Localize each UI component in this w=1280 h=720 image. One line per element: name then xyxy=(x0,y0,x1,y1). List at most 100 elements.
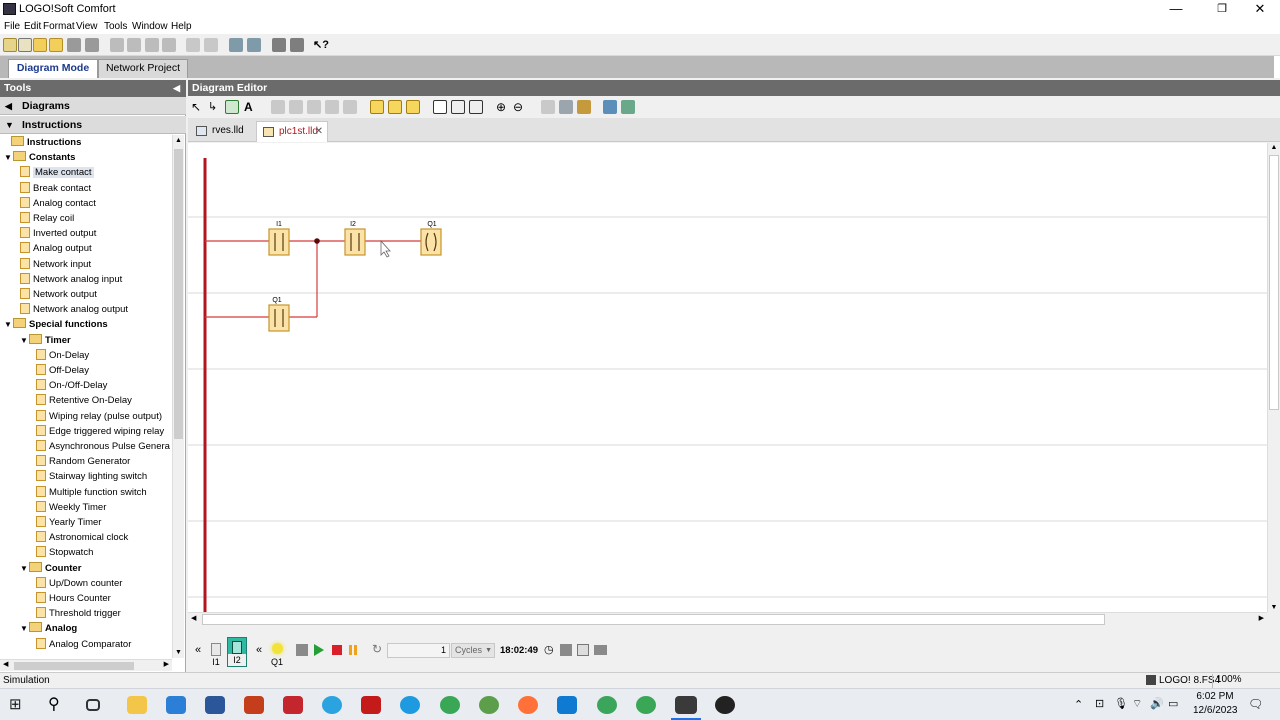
diagram-canvas[interactable]: I1 I2 Q1 Q1 xyxy=(188,143,1267,612)
io-grid-icon[interactable] xyxy=(577,644,589,656)
wifi-icon[interactable]: ⌔ xyxy=(1132,697,1142,711)
microphone-icon[interactable]: 🎙 xyxy=(1114,697,1128,710)
compare-icon[interactable] xyxy=(290,38,304,52)
online-monitor-icon[interactable] xyxy=(621,100,635,114)
tree-item[interactable]: Wiping relay (pulse output) xyxy=(36,409,162,424)
zoom-out-icon[interactable]: ⊖ xyxy=(513,100,527,114)
print-icon[interactable] xyxy=(85,38,99,52)
delete-icon[interactable] xyxy=(110,38,124,52)
play-icon[interactable] xyxy=(314,644,324,656)
tree-folder[interactable]: ▼ Constants xyxy=(4,150,75,165)
xbox-icon[interactable] xyxy=(597,696,617,714)
save-icon[interactable] xyxy=(67,38,81,52)
menu-file[interactable]: File xyxy=(4,21,20,32)
chrome-alt-icon[interactable] xyxy=(636,696,656,714)
grid-icon[interactable] xyxy=(559,100,573,114)
network-tray-icon[interactable]: ⊡ xyxy=(1095,697,1104,710)
expand-arrow-icon[interactable]: ▼ xyxy=(20,561,29,576)
collapse-outputs-icon[interactable]: « xyxy=(256,644,262,656)
cycles-unit-select[interactable]: Cycles ▼ xyxy=(451,643,495,658)
firefox-icon[interactable] xyxy=(518,696,538,714)
tree-item[interactable]: Multiple function switch xyxy=(36,485,147,500)
close-tab-icon[interactable]: ✕ xyxy=(315,122,323,142)
l-block-icon[interactable] xyxy=(406,100,420,114)
tree-item[interactable]: Threshold trigger xyxy=(36,606,121,621)
tree-item[interactable]: Retentive On-Delay xyxy=(36,393,132,408)
tree-item[interactable]: Astronomical clock xyxy=(36,530,128,545)
minimize-button[interactable]: — xyxy=(1166,1,1186,17)
close-button[interactable]: ✕ xyxy=(1250,1,1270,17)
tree-item[interactable]: Analog Comparator xyxy=(36,637,131,652)
display-icon[interactable] xyxy=(594,645,607,655)
cut-icon[interactable] xyxy=(127,38,141,52)
maximize-button[interactable]: ❐ xyxy=(1212,1,1232,17)
obs-icon[interactable] xyxy=(715,696,735,714)
tree-item[interactable]: On-Delay xyxy=(36,348,89,363)
align-top-icon[interactable] xyxy=(307,100,321,114)
tree-item[interactable]: Random Generator xyxy=(36,454,130,469)
cycles-input[interactable]: 1 xyxy=(387,643,450,658)
selection-tool-icon[interactable]: ↖ xyxy=(191,100,205,114)
menu-view[interactable]: View xyxy=(76,21,98,32)
canvas-vertical-scrollbar[interactable]: ▲ ▼ xyxy=(1267,143,1279,612)
tree-item[interactable]: Make contact xyxy=(20,165,94,180)
taskbar-time[interactable]: 6:02 PM xyxy=(1193,691,1237,702)
volume-icon[interactable]: 🔊 xyxy=(1150,697,1164,710)
co-block-icon[interactable] xyxy=(370,100,384,114)
tree-item[interactable]: Weekly Timer xyxy=(36,500,106,515)
expand-arrow-icon[interactable]: ▼ xyxy=(4,150,13,165)
collapse-inputs-icon[interactable]: « xyxy=(195,644,201,656)
tree-item[interactable]: Inverted output xyxy=(20,226,96,241)
coil-q1[interactable]: Q1 xyxy=(420,221,442,256)
tree-item[interactable]: Relay coil xyxy=(20,211,74,226)
menu-format[interactable]: Format xyxy=(43,21,75,32)
canvas-hscroll-thumb[interactable] xyxy=(202,614,1105,625)
tab-rves-lld[interactable]: rves.lld xyxy=(190,121,256,142)
scroll-right-icon[interactable]: ▶ xyxy=(1259,614,1264,622)
open-recent-icon[interactable] xyxy=(49,38,63,52)
paste-icon[interactable] xyxy=(162,38,176,52)
scroll-thumb[interactable] xyxy=(174,149,183,439)
sim-input-i1[interactable]: I1 xyxy=(208,639,224,669)
tree-item[interactable]: Stairway lighting switch xyxy=(36,469,147,484)
expand-arrow-icon[interactable]: ▼ xyxy=(20,333,29,348)
scroll-up-icon[interactable]: ▲ xyxy=(1269,144,1279,151)
battery-icon[interactable]: ▭ xyxy=(1168,697,1178,710)
canvas-scroll-thumb[interactable] xyxy=(1269,155,1279,410)
notifications-icon[interactable]: 🗨 xyxy=(1248,697,1263,711)
scroll-left-icon[interactable]: ◀ xyxy=(191,614,196,622)
cycle-refresh-icon[interactable]: ↻ xyxy=(372,642,382,656)
split-view-icon[interactable] xyxy=(451,100,465,114)
tree-item[interactable]: Off-Delay xyxy=(36,363,89,378)
section-instructions[interactable]: ▼ Instructions xyxy=(0,116,186,134)
expand-arrow-icon[interactable]: ▼ xyxy=(20,621,29,636)
tree-item[interactable]: Analog output xyxy=(20,241,92,256)
hscroll-thumb[interactable] xyxy=(14,662,134,670)
sf-block-icon[interactable] xyxy=(388,100,402,114)
collapse-panel-icon[interactable]: ◀ xyxy=(173,80,180,97)
chrome-profile-icon[interactable] xyxy=(479,696,499,714)
scroll-down-icon[interactable]: ▼ xyxy=(174,649,183,656)
align-middle-icon[interactable] xyxy=(325,100,339,114)
tree-item[interactable]: Network output xyxy=(20,287,97,302)
tree-item[interactable]: Analog contact xyxy=(20,196,96,211)
canvas-horizontal-scrollbar[interactable]: ◀ ▶ xyxy=(188,612,1267,626)
matlab-icon[interactable] xyxy=(283,696,303,714)
pen-icon[interactable] xyxy=(541,100,555,114)
connect-tool-icon[interactable]: ↳ xyxy=(208,100,222,114)
constants-tool-icon[interactable] xyxy=(225,100,239,114)
tree-folder[interactable]: ▼ Timer xyxy=(20,333,71,348)
layout-icon[interactable] xyxy=(577,100,591,114)
tree-item[interactable]: Yearly Timer xyxy=(36,515,101,530)
tree-item[interactable]: Asynchronous Pulse Generat xyxy=(36,439,170,454)
zoom-app-icon[interactable] xyxy=(166,696,186,714)
sim-input-i2[interactable]: I2 xyxy=(227,637,247,667)
context-help-icon[interactable]: ↖? xyxy=(313,38,329,52)
text-tool-icon[interactable]: A xyxy=(244,100,258,114)
tree-folder[interactable]: ▼ Counter xyxy=(20,561,81,576)
zoom-in-icon[interactable]: ⊕ xyxy=(496,100,510,114)
pdf-reader-icon[interactable] xyxy=(361,696,381,714)
triple-view-icon[interactable] xyxy=(469,100,483,114)
telegram-icon[interactable] xyxy=(322,696,342,714)
tree-item[interactable]: Up/Down counter xyxy=(36,576,122,591)
